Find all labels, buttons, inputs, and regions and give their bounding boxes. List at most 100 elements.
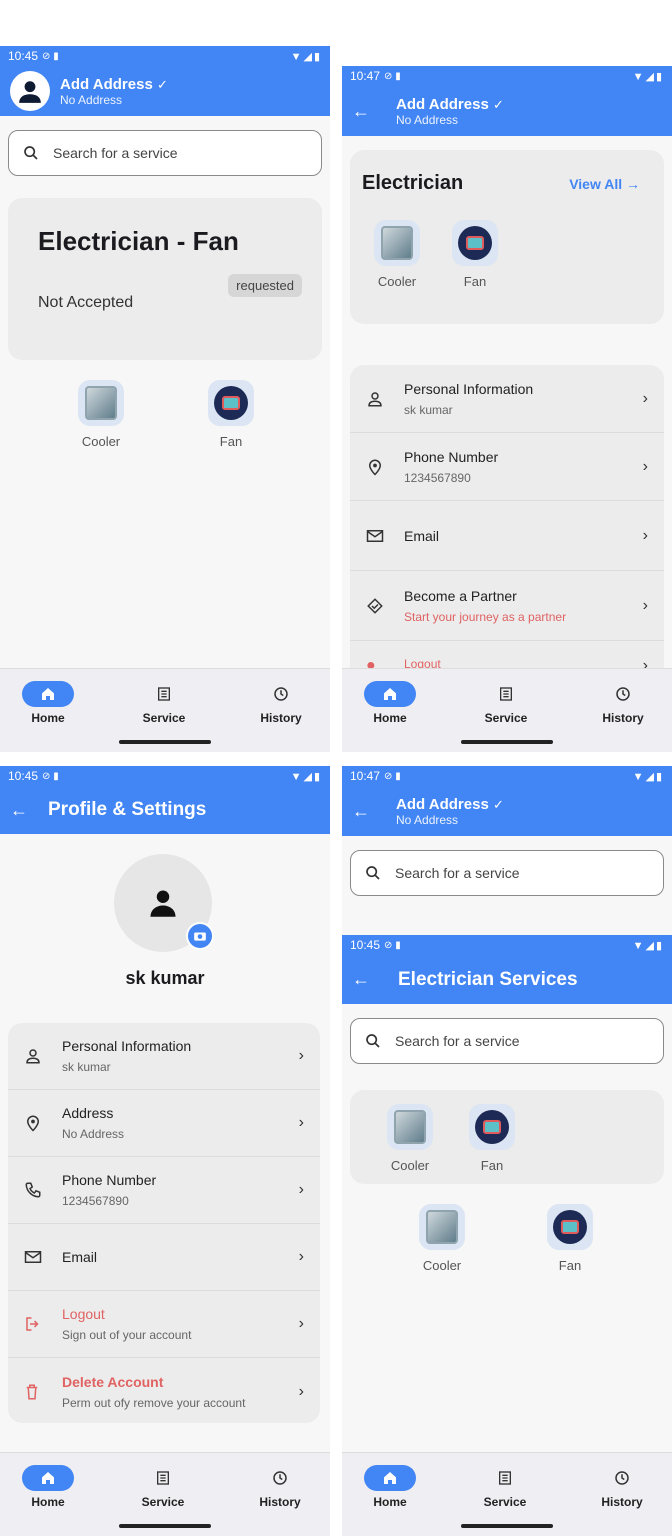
list-icon — [158, 687, 170, 701]
service-cooler[interactable]: Cooler — [66, 380, 136, 449]
service-cooler[interactable]: Cooler — [407, 1204, 477, 1273]
chevron-right-icon: › — [642, 457, 648, 475]
search-input[interactable]: Search for a service — [350, 1018, 664, 1064]
nav-service[interactable]: Service — [460, 1465, 550, 1509]
service-cooler[interactable]: Cooler — [362, 220, 432, 289]
service-cooler[interactable]: Cooler — [375, 1104, 445, 1173]
service-fan[interactable]: Fan — [457, 1104, 527, 1173]
location-pin-icon — [366, 458, 396, 476]
chevron-right-icon: › — [642, 596, 648, 614]
request-status: Not Accepted — [38, 294, 134, 311]
status-bar: 10:45 ⊘ ▮ ▼◢▮ — [0, 46, 330, 66]
row-delete-account[interactable]: Delete Account Perm out ofy remove your a… — [8, 1358, 320, 1425]
row-address[interactable]: Address No Address › — [8, 1090, 320, 1157]
address-subtitle: No Address — [60, 92, 123, 107]
row-title: Logout — [62, 1306, 105, 1322]
service-fan[interactable]: Fan — [440, 220, 510, 289]
nav-home[interactable]: Home — [3, 1465, 93, 1509]
nav-home[interactable]: Home — [3, 681, 93, 725]
search-placeholder: Search for a service — [53, 145, 178, 161]
status-badge: requested — [228, 274, 302, 297]
nav-label: Home — [31, 1495, 65, 1509]
verified-icon: ✓ — [492, 96, 504, 112]
row-title: Address — [62, 1105, 114, 1121]
profile-avatar[interactable] — [114, 854, 214, 952]
search-icon — [366, 866, 380, 880]
service-label: Fan — [219, 434, 243, 449]
service-label: Cooler — [81, 434, 121, 449]
address-title: Add Address — [396, 795, 489, 813]
signal-battery-icon: ▼◢▮ — [290, 50, 322, 63]
cooler-icon — [381, 226, 413, 260]
nav-service[interactable]: Service — [461, 681, 551, 725]
view-all-link[interactable]: View All → — [569, 176, 640, 192]
service-fan[interactable]: Fan — [535, 1204, 605, 1273]
app-bar-overlay: ← Electrician Services — [342, 955, 672, 1004]
back-arrow-icon[interactable]: ← — [352, 801, 378, 822]
camera-icon[interactable] — [186, 922, 214, 950]
back-arrow-icon[interactable]: ← — [10, 800, 36, 821]
row-email[interactable]: Email › — [8, 1224, 320, 1291]
service-fan[interactable]: Fan — [196, 380, 266, 449]
address-title: Add Address — [396, 95, 489, 113]
row-title: Email — [404, 527, 440, 544]
chevron-right-icon: › — [298, 1248, 304, 1265]
request-title: Electrician - Fan — [38, 226, 239, 256]
status-time: 10:47 — [350, 69, 381, 83]
row-phone-number[interactable]: Phone Number 1234567890 › — [8, 1157, 320, 1224]
address-block[interactable]: Add Address ✓ No Address — [396, 796, 504, 827]
verified-icon: ✓ — [492, 796, 504, 812]
search-placeholder: Search for a service — [395, 1033, 520, 1049]
phone-icon — [24, 1181, 54, 1199]
nav-history[interactable]: History — [577, 1465, 667, 1509]
home-icon — [42, 1472, 54, 1484]
search-input[interactable]: Search for a service — [350, 850, 664, 896]
address-block[interactable]: Add Address ✓ No Address — [396, 96, 504, 127]
status-bar: 10:47 ⊘ ▮ ▼◢▮ — [342, 766, 672, 786]
nav-label: Service — [484, 711, 528, 725]
bottom-navigation: Home Service History — [0, 668, 330, 752]
row-logout[interactable]: Logout Sign out of your account › — [8, 1291, 320, 1358]
signal-battery-icon: ▼◢▮ — [632, 770, 664, 783]
gesture-handle — [119, 1524, 211, 1528]
row-become-partner[interactable]: Become a Partner Start your journey as a … — [350, 571, 664, 641]
home-icon — [384, 1472, 396, 1484]
history-icon — [273, 1471, 287, 1485]
history-icon — [615, 1471, 629, 1485]
back-arrow-icon[interactable]: ← — [352, 969, 378, 990]
address-title: Add Address — [60, 75, 153, 93]
status-time: 10:47 — [350, 769, 381, 783]
status-time: 10:45 — [8, 49, 39, 63]
row-subtitle: 1234567890 — [404, 470, 471, 485]
row-phone-number[interactable]: Phone Number 1234567890 › — [350, 433, 664, 501]
request-card[interactable]: Electrician - Fan requested Not Accepted — [8, 198, 322, 360]
row-email[interactable]: Email › — [350, 501, 664, 571]
history-icon — [274, 687, 288, 701]
nav-history[interactable]: History — [236, 681, 326, 725]
person-outline-icon — [24, 1047, 54, 1065]
row-personal-information[interactable]: Personal Information sk kumar › — [350, 365, 664, 433]
signal-battery-icon: ▼◢▮ — [632, 70, 664, 83]
fan-icon — [553, 1210, 587, 1244]
row-subtitle: 1234567890 — [62, 1194, 129, 1208]
nav-service[interactable]: Service — [119, 681, 209, 725]
avatar[interactable] — [10, 71, 50, 111]
view-all-label: View All — [569, 176, 623, 192]
row-personal-information[interactable]: Personal Information sk kumar › — [8, 1023, 320, 1090]
back-arrow-icon[interactable]: ← — [352, 101, 378, 122]
nav-service[interactable]: Service — [118, 1465, 208, 1509]
nav-home[interactable]: Home — [345, 1465, 435, 1509]
nav-history[interactable]: History — [235, 1465, 325, 1509]
bottom-navigation: Home Service History — [342, 668, 672, 752]
chevron-right-icon: › — [298, 1181, 304, 1198]
app-bar: ← Add Address ✓ No Address — [342, 786, 672, 836]
address-subtitle: No Address — [396, 112, 459, 127]
nav-history[interactable]: History — [578, 681, 668, 725]
address-block[interactable]: Add Address ✓ No Address — [60, 76, 168, 107]
bottom-navigation: Home Service History — [342, 1452, 672, 1536]
chevron-right-icon: › — [298, 1047, 304, 1064]
nav-home[interactable]: Home — [345, 681, 435, 725]
home-screen-requests: 10:45 ⊘ ▮ ▼◢▮ Add Address ✓ No Address S… — [0, 46, 330, 752]
search-input[interactable]: Search for a service — [8, 130, 322, 176]
search-placeholder: Search for a service — [395, 865, 520, 881]
